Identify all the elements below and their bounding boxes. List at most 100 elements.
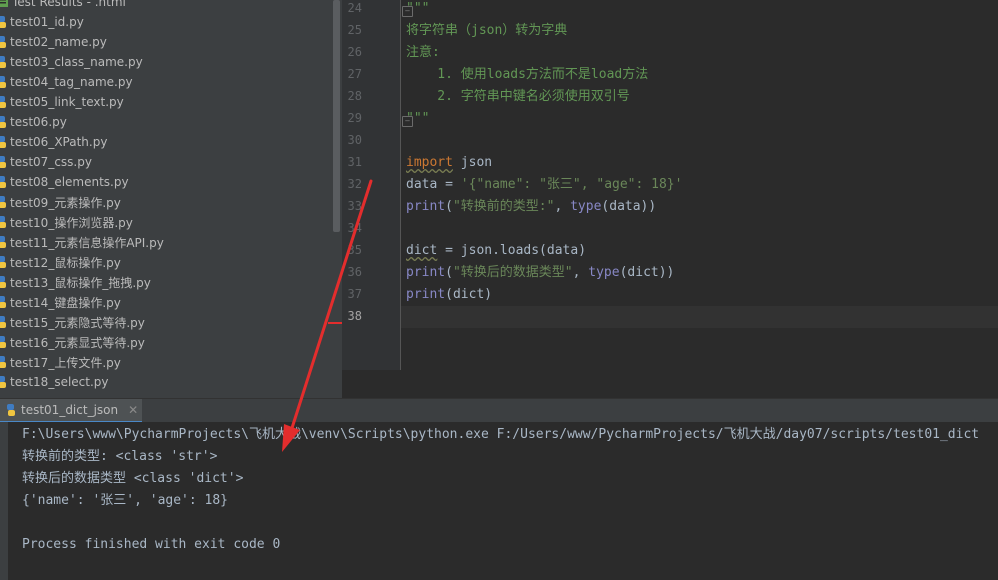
code-token: "转换前的类型:" [452,199,555,214]
editor-empty-area [342,370,998,398]
code-line: dict = json.loads(data) [406,240,586,262]
code-line: """ [406,108,429,130]
python-file-icon [0,296,6,308]
tree-item-label: test11_元素信息操作API.py [10,235,164,250]
line-number: 24 [347,1,362,15]
tree-item-label: test07_css.py [10,155,92,169]
tree-item[interactable]: test04_tag_name.py [0,72,342,92]
tree-item[interactable]: test17_上传文件.py [0,352,342,372]
console-line: 转换前的类型: <class 'str'> [22,449,218,464]
python-file-icon [0,236,6,248]
close-icon[interactable]: ✕ [128,403,138,417]
tree-item[interactable]: test11_元素信息操作API.py [0,232,342,252]
tree-item-label: test18_select.py [10,375,109,389]
tree-item-label: test04_tag_name.py [10,75,133,89]
python-file-icon [0,136,6,148]
code-token: (data)) [601,199,657,214]
project-tree-scrollbar[interactable] [333,0,340,232]
tree-item-label: test14_键盘操作.py [10,295,121,310]
code-token: print [406,265,446,280]
line-number: 30 [347,133,362,147]
tree-item[interactable]: test01_id.py [0,12,342,32]
code-token: , [554,199,571,214]
line-number: 34 [347,221,362,235]
console-line: F:\Users\www\PycharmProjects\飞机大战\venv\S… [22,427,980,442]
python-file-icon [0,176,6,188]
tree-item-label: Test Results - .html [12,0,126,9]
code-line: 将字符串（json）转为字典 [406,20,567,42]
tree-item[interactable]: test02_name.py [0,32,342,52]
tree-item[interactable]: Test Results - .html [0,0,342,12]
tree-item[interactable]: test09_元素操作.py [0,192,342,212]
code-token: "转换后的数据类型" [452,265,573,280]
code-token: """ [406,111,430,126]
python-file-icon [0,336,6,348]
code-token: import [406,155,453,170]
current-line-highlight [401,306,998,328]
project-tree-panel: Test Results - .html test01_id.py test02_n… [0,0,342,398]
python-file-icon [0,156,6,168]
tree-item-label: test16_元素显式等待.py [10,335,145,350]
run-tab-bar: test01_dict_json ✕ [0,398,998,424]
code-line: print("转换前的类型:", type(data)) [406,196,656,218]
python-file-icon [0,196,6,208]
tree-item[interactable]: test10_操作浏览器.py [0,212,342,232]
code-token: json [452,155,493,170]
run-tab-label: test01_dict_json [21,403,119,417]
python-file-icon [0,256,6,268]
code-token: '{"name": "张三", "age": 18}' [460,177,683,192]
tree-item[interactable]: test12_鼠标操作.py [0,252,342,272]
tree-item[interactable]: test05_link_text.py [0,92,342,112]
tree-item[interactable]: test13_鼠标操作_拖拽.py [0,272,342,292]
line-number: 37 [347,287,362,301]
code-line: data = '{"name": "张三", "age": 18}' [406,174,682,196]
line-number: 38 [347,309,362,323]
tree-item[interactable]: test18_select.py [0,372,342,392]
tree-item[interactable]: test15_元素隐式等待.py [0,312,342,332]
tree-item-label: test17_上传文件.py [10,355,121,370]
code-line: """ [406,0,429,20]
code-line: print(dict) [406,284,492,306]
python-file-icon [0,356,6,368]
tree-item[interactable]: test16_元素显式等待.py [0,332,342,352]
line-number-gutter: 24 25 26 27 28 29 30 31 32 33 34 35 36 37 38 [342,0,401,370]
code-token: print [406,199,446,214]
tree-item-label: test02_name.py [10,35,107,49]
code-token: data = [406,177,461,192]
tree-item-label: test03_class_name.py [10,55,143,69]
tree-item-label: test08_elements.py [10,175,129,189]
test-results-icon [0,0,8,7]
python-file-icon [0,76,6,88]
code-editor[interactable]: 24 25 26 27 28 29 30 31 32 33 34 35 36 37 38 − − """ 将字… [342,0,998,370]
tree-item[interactable]: test06.py [0,112,342,132]
run-console-output[interactable]: F:\Users\www\PycharmProjects\飞机大战\venv\S… [8,422,998,580]
tree-item[interactable]: test14_键盘操作.py [0,292,342,312]
code-token: (dict)) [619,265,675,280]
code-token: 1. 使用loads方法而不是load方法 [406,67,649,82]
run-tab[interactable]: test01_dict_json ✕ [0,399,142,423]
tree-item[interactable]: test03_class_name.py [0,52,342,72]
code-line: 2. 字符串中键名必须使用双引号 [406,86,630,108]
code-token: """ [406,1,430,16]
python-file-icon [0,216,6,228]
code-token: dict [406,243,438,258]
console-line: 转换后的数据类型 <class 'dict'> [22,471,244,486]
tree-item-label: test05_link_text.py [10,95,124,109]
tree-item-label: test01_id.py [10,15,84,29]
line-number: 25 [347,23,362,37]
code-token: , [572,265,589,280]
run-toolbar-strip [0,422,8,580]
python-run-icon [7,404,15,416]
code-token: (dict) [445,287,493,302]
tree-item[interactable]: test07_css.py [0,152,342,172]
tree-item[interactable]: test06_XPath.py [0,132,342,152]
python-file-icon [0,316,6,328]
tree-item-label: test15_元素隐式等待.py [10,315,145,330]
tree-item[interactable]: test08_elements.py [0,172,342,192]
python-file-icon [0,36,6,48]
code-token: = json.loads(data) [437,243,587,258]
line-number: 27 [347,67,362,81]
line-number: 33 [347,199,362,213]
tree-item-label: test09_元素操作.py [10,195,121,210]
console-line: Process finished with exit code 0 [22,537,281,552]
